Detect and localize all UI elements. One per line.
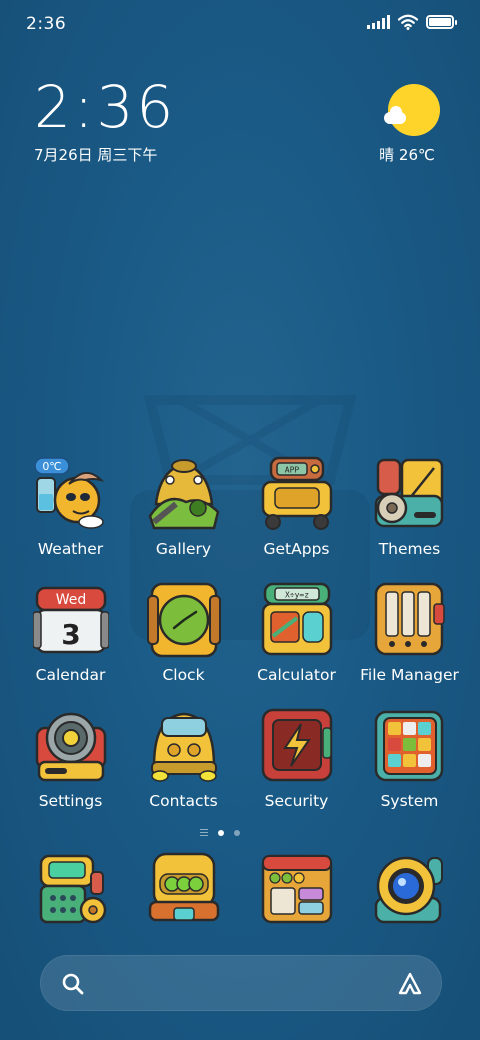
- dock-browser[interactable]: [240, 852, 353, 932]
- app-label: Gallery: [155, 540, 212, 558]
- app-themes[interactable]: Themes: [353, 456, 466, 558]
- clock-icon: [146, 582, 221, 658]
- calendar-day-number: 3: [61, 618, 80, 651]
- app-label: Clock: [162, 666, 205, 684]
- app-security[interactable]: Security: [240, 708, 353, 810]
- page-dot-active[interactable]: [218, 829, 224, 836]
- search-icon[interactable]: [61, 972, 85, 996]
- app-label: Contacts: [149, 792, 218, 810]
- themes-icon: [374, 458, 443, 528]
- calendar-icon: Wed 3: [31, 586, 110, 654]
- dock: [14, 852, 466, 934]
- app-label: Security: [264, 792, 329, 810]
- security-icon: [261, 708, 332, 782]
- widget-date: 7月26日 周三下午: [34, 146, 158, 164]
- calculator-icon: X÷y=z: [261, 582, 332, 656]
- getapps-icon: APP: [261, 456, 332, 530]
- dock-messages[interactable]: [127, 852, 240, 932]
- dock-phone[interactable]: [14, 852, 127, 932]
- app-contacts[interactable]: Contacts: [127, 708, 240, 810]
- app-weather[interactable]: 0℃ Weather: [14, 456, 127, 558]
- calendar-day-name: Wed: [55, 592, 86, 608]
- app-label: Themes: [378, 540, 441, 558]
- signal-icon: [367, 15, 390, 29]
- camera-icon: [374, 856, 443, 924]
- weather-summary: 晴 26℃: [379, 146, 435, 164]
- weather-widget[interactable]: 晴 26℃: [379, 84, 444, 165]
- app-clock[interactable]: Clock: [127, 582, 240, 684]
- messages-icon: [148, 852, 219, 922]
- app-label: Calculator: [257, 666, 336, 684]
- app-file-manager[interactable]: File Manager: [353, 582, 466, 684]
- sunny-partly-cloudy-icon: [384, 84, 440, 136]
- app-getapps[interactable]: APP GetApps: [240, 456, 353, 558]
- app-drawer-icon[interactable]: [200, 829, 208, 836]
- browser-icon: [261, 854, 332, 924]
- page-indicator[interactable]: [200, 829, 240, 836]
- app-system[interactable]: System: [353, 708, 466, 810]
- app-label: GetApps: [263, 540, 330, 558]
- weather-icon: 0℃: [33, 457, 104, 529]
- status-time: 2:36: [26, 14, 67, 34]
- phone-icon: [39, 854, 106, 924]
- app-calculator[interactable]: X÷y=z Calculator: [240, 582, 353, 684]
- app-label: Weather: [37, 540, 104, 558]
- clock-widget[interactable]: 2:36 7月26日 周三下午: [34, 78, 176, 165]
- app-calendar[interactable]: Wed 3 Calendar: [14, 582, 127, 684]
- dock-camera[interactable]: [353, 852, 466, 932]
- assistant-icon[interactable]: [397, 971, 423, 997]
- file-manager-icon: [374, 582, 445, 656]
- calculator-display: X÷y=z: [284, 591, 308, 600]
- widget-time: 2:36: [34, 73, 177, 141]
- app-label: System: [380, 792, 439, 810]
- app-label: Settings: [38, 792, 103, 810]
- settings-icon: [35, 712, 106, 782]
- weather-badge: 0℃: [42, 460, 61, 473]
- app-settings[interactable]: Settings: [14, 708, 127, 810]
- battery-icon: [426, 15, 457, 29]
- contacts-icon: [150, 712, 217, 782]
- app-label: Calendar: [35, 666, 106, 684]
- search-bar[interactable]: [40, 955, 442, 1011]
- status-bar: 2:36: [0, 0, 480, 50]
- app-label: File Manager: [360, 666, 459, 684]
- wifi-icon: [398, 14, 418, 30]
- getapps-badge: APP: [284, 466, 299, 475]
- gallery-icon: [148, 459, 219, 530]
- status-icons: [367, 14, 457, 30]
- system-icon: [374, 710, 443, 782]
- page-dot[interactable]: [234, 829, 240, 836]
- app-gallery[interactable]: Gallery: [127, 456, 240, 558]
